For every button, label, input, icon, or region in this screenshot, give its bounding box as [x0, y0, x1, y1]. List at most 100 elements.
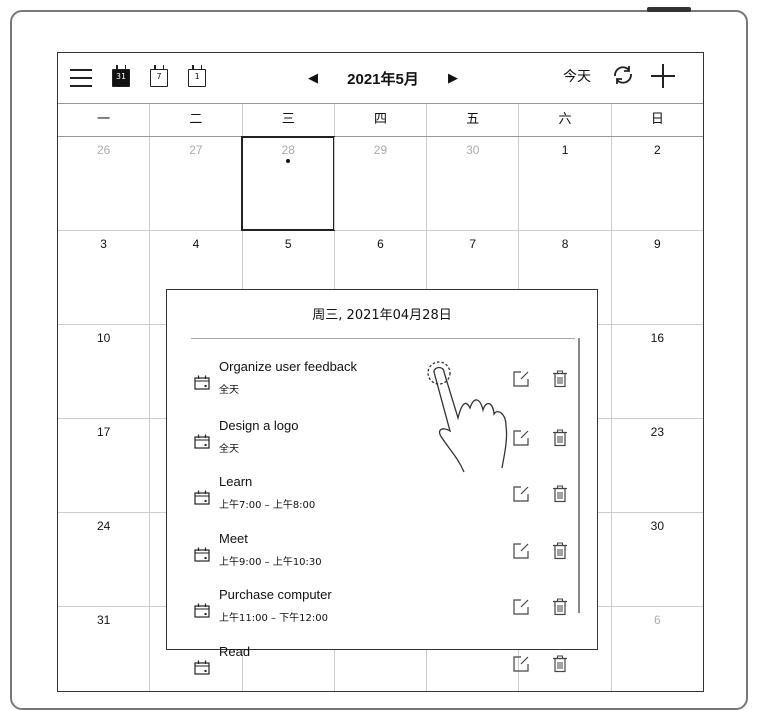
day-cell[interactable]: 24 — [58, 513, 149, 606]
edit-icon[interactable] — [512, 542, 530, 564]
day-cell[interactable]: 6 — [610, 607, 703, 691]
calendar-event-icon — [194, 660, 210, 679]
event-item[interactable]: Purchase computer 上午11:00 – 下午12:00 — [167, 583, 567, 637]
weekday-label: 一 — [97, 112, 111, 127]
trash-icon[interactable] — [552, 429, 568, 451]
prev-month-icon[interactable]: ◀ — [308, 71, 318, 86]
day-cell[interactable]: 30 — [610, 513, 703, 606]
divider — [191, 338, 575, 339]
weekday-label: 四 — [333, 104, 426, 136]
event-time: 上午11:00 – 下午12:00 — [219, 613, 328, 624]
menu-button[interactable] — [64, 61, 98, 95]
event-item[interactable]: Meet 上午9:00 – 上午10:30 — [167, 527, 567, 581]
day-view-button[interactable]: 1 — [180, 61, 214, 95]
today-button[interactable]: 今天 — [563, 66, 591, 86]
day-number: 1 — [561, 143, 569, 157]
event-title: Learn — [219, 474, 253, 489]
week-view-button[interactable]: 7 — [142, 61, 176, 95]
day-cell[interactable]: 17 — [58, 419, 149, 512]
weekday-label: 日 — [610, 104, 703, 136]
day-number: 5 — [284, 237, 292, 251]
event-time: 全天 — [219, 385, 239, 396]
day-number: 28 — [281, 143, 295, 157]
calendar-month-icon: 31 — [112, 65, 130, 87]
event-title: Read — [219, 644, 251, 659]
day-number: 3 — [100, 237, 107, 251]
trash-icon[interactable] — [552, 655, 568, 677]
day-number: 7 — [469, 237, 477, 251]
tap-gesture-hand-icon — [427, 361, 508, 473]
plus-icon[interactable] — [650, 63, 676, 89]
day-number: 30 — [650, 519, 664, 533]
event-title: Organize user feedback — [219, 359, 358, 374]
sync-icon[interactable] — [611, 63, 635, 91]
day-cell[interactable]: 27 — [149, 137, 241, 230]
day-cell[interactable]: 26 — [58, 137, 149, 230]
edit-icon[interactable] — [512, 598, 530, 620]
day-number: 26 — [96, 143, 111, 157]
day-cell[interactable]: 30 — [426, 137, 518, 230]
day-number: 9 — [653, 237, 661, 251]
day-number: 30 — [466, 143, 480, 157]
month-navigator: ◀ 2021年5月 ▶ — [308, 66, 458, 90]
calendar-day-icon: 1 — [188, 65, 206, 87]
month-view-button[interactable]: 31 — [104, 61, 138, 95]
day-number: 10 — [96, 331, 111, 345]
weekday-header: 一 二 三 四 五 六 日 — [58, 103, 703, 137]
weekday-label: 三 — [241, 104, 334, 136]
toolbar: 31 7 1 ◀ 2021年5月 ▶ 今天 — [58, 53, 703, 103]
day-cell[interactable]: 23 — [610, 419, 703, 512]
day-cell[interactable]: 16 — [610, 325, 703, 418]
hamburger-menu-icon — [70, 69, 92, 87]
event-item[interactable]: Learn 上午7:00 – 上午8:00 — [167, 470, 567, 524]
trash-icon[interactable] — [552, 598, 568, 620]
day-number: 6 — [377, 237, 384, 251]
week-row: 26 27 28 29 30 1 2 — [58, 136, 703, 231]
calendar-event-icon — [194, 434, 210, 453]
calendar-event-icon — [194, 547, 210, 566]
day-cell[interactable]: 29 — [333, 137, 426, 230]
trash-icon[interactable] — [552, 485, 568, 507]
weekday-label: 五 — [426, 104, 518, 136]
event-time: 全天 — [219, 444, 239, 455]
event-title: Design a logo — [219, 418, 299, 433]
day-number: 27 — [189, 143, 203, 157]
next-month-icon[interactable]: ▶ — [448, 71, 458, 86]
day-number: 29 — [373, 143, 388, 157]
event-item[interactable]: Read — [167, 640, 567, 694]
weekday-label: 六 — [518, 104, 610, 136]
weekday-label: 二 — [149, 104, 241, 136]
scrollbar[interactable] — [578, 338, 580, 613]
event-time: 上午7:00 – 上午8:00 — [219, 500, 316, 511]
day-cell[interactable]: 9 — [610, 231, 703, 324]
day-number: 24 — [96, 519, 111, 533]
edit-icon[interactable] — [512, 655, 530, 677]
popup-date-title: 周三, 2021年04月28日 — [312, 308, 452, 323]
day-cell[interactable]: 1 — [518, 137, 610, 230]
event-time: 上午9:00 – 上午10:30 — [219, 557, 322, 568]
edit-icon[interactable] — [512, 485, 530, 507]
event-title: Meet — [219, 531, 248, 546]
month-title: 2021年5月 — [347, 70, 419, 88]
trash-icon[interactable] — [552, 542, 568, 564]
day-cell[interactable]: 2 — [610, 137, 703, 230]
day-cell[interactable]: 31 — [58, 607, 149, 691]
event-dot-icon — [286, 159, 291, 163]
day-number: 31 — [96, 613, 111, 627]
calendar-event-icon — [194, 375, 210, 394]
day-cell[interactable]: 3 — [58, 231, 149, 324]
event-title: Purchase computer — [219, 587, 332, 602]
day-number: 17 — [96, 425, 111, 439]
day-number: 8 — [561, 237, 569, 251]
trash-icon[interactable] — [552, 370, 568, 392]
day-cell-selected[interactable]: 28 — [240, 136, 335, 231]
day-number: 4 — [192, 237, 200, 251]
day-number: 16 — [650, 331, 664, 345]
calendar-event-icon — [194, 490, 210, 509]
day-number: 2 — [653, 143, 661, 157]
day-number: 6 — [653, 613, 661, 627]
device-notch — [647, 7, 691, 12]
calendar-week-icon: 7 — [150, 65, 168, 87]
day-number: 23 — [650, 425, 664, 439]
day-cell[interactable]: 10 — [58, 325, 149, 418]
